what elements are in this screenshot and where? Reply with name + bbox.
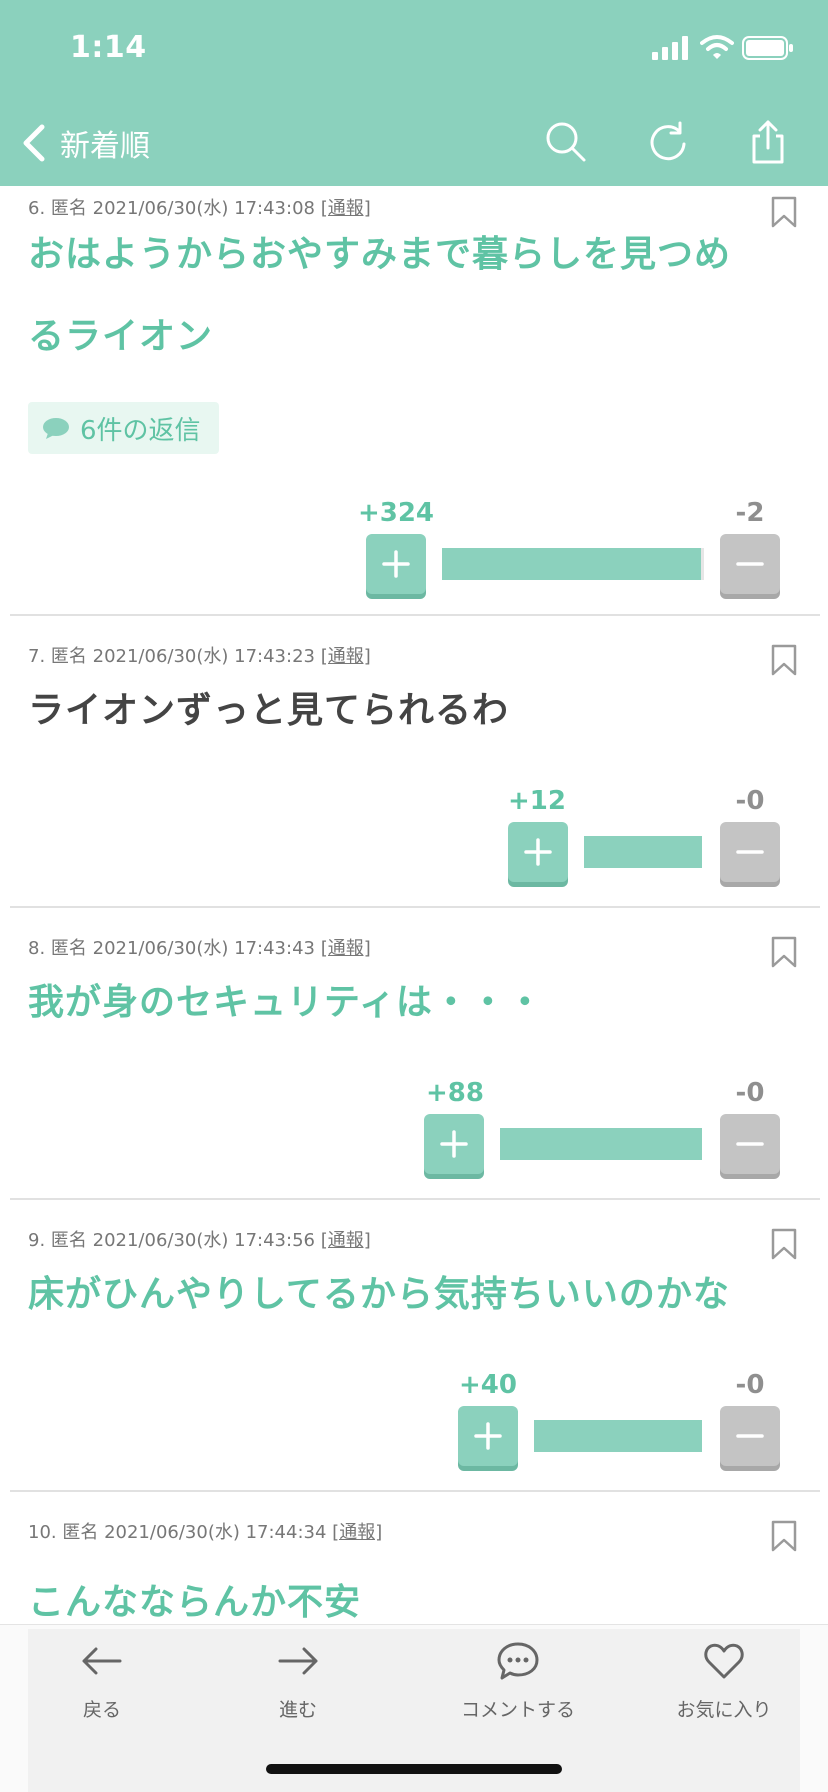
arrow-right-icon [278,1647,318,1675]
comment-header: 7. 匿名 2021/06/30(水) 17:43:23 [28,646,315,667]
vote-ratio-fill [584,836,702,868]
navigation-bar: 新着順 [0,100,828,186]
minus-vote-button[interactable] [720,534,780,594]
vote-ratio-bar [534,1420,702,1452]
report-link[interactable]: [通報] [321,938,371,959]
vote-ratio-bar [500,1128,702,1160]
minus-vote-button[interactable] [720,1406,780,1466]
replies-label: 6件の返信 [80,415,201,446]
home-indicator [266,1764,562,1774]
comment-text-line: おはようからおやすみまで暮らしを見つめ [28,234,732,275]
plus-count: +40 [459,1370,517,1400]
vote-ratio-bar [584,836,702,868]
plus-icon [524,838,552,866]
status-time: 1:14 [70,30,147,65]
plus-count: +324 [357,498,435,528]
share-icon[interactable] [744,118,792,166]
plus-vote-button[interactable] [424,1114,484,1174]
comment-text[interactable]: 床がひんやりしてるから気持ちいいのかな [28,1254,798,1336]
plus-icon [474,1422,502,1450]
comment-text[interactable]: こんなならんか不安 [28,1562,798,1624]
heart-icon [704,1643,744,1679]
minus-count: -0 [735,1078,765,1108]
comment-text-line: こんなならんか不安 [28,1582,362,1623]
replies-button[interactable]: 6件の返信 [28,402,219,454]
favorite-button[interactable]: お気に入り [634,1639,814,1739]
comment-meta: 9. 匿名 2021/06/30(水) 17:43:56 [通報] [28,1226,371,1252]
minus-icon [736,1142,764,1146]
wifi-icon [700,35,734,59]
post-comment-button[interactable]: コメントする [428,1639,608,1739]
favorite-label: お気に入り [676,1699,772,1721]
vote-ratio-bar [442,548,704,580]
vote-ratio-fill [442,548,702,580]
comment-item: 10. 匿名 2021/06/30(水) 17:44:34 [通報] こんななら… [0,1492,828,1624]
comment-meta: 7. 匿名 2021/06/30(水) 17:43:23 [通報] [28,642,371,668]
plus-vote-button[interactable] [458,1406,518,1466]
chevron-left-icon [23,124,45,162]
vote-ratio-fill [534,1420,702,1452]
speech-bubble-icon [43,418,69,439]
vote-ratio-fill [500,1128,702,1160]
back-nav-button[interactable]: 戻る [12,1639,192,1739]
comment-header: 10. 匿名 2021/06/30(水) 17:44:34 [28,1522,327,1543]
back-label: 新着順 [60,129,150,164]
minus-vote-button[interactable] [720,1114,780,1174]
plus-count: +12 [508,786,566,816]
minus-count: -2 [735,498,765,528]
comment-text-line: 我が身のセキュリティは・・・ [28,982,544,1023]
plus-count: +88 [426,1078,484,1108]
status-bar: 1:14 [0,0,828,100]
plus-vote-button[interactable] [366,534,426,594]
cellular-signal-icon [652,36,688,60]
comment-item: 6. 匿名 2021/06/30(水) 17:43:08 [通報] おはようから… [0,186,828,616]
battery-icon [742,36,793,60]
forward-nav-button[interactable]: 進む [208,1639,388,1739]
minus-icon [736,1434,764,1438]
comment-text[interactable]: ライオンずっと見てられるわ [28,670,798,752]
comment-item: 8. 匿名 2021/06/30(水) 17:43:43 [通報] 我が身のセキ… [0,908,828,1200]
comment-item: 7. 匿名 2021/06/30(水) 17:43:23 [通報] ライオンずっ… [0,616,828,908]
comment-header: 9. 匿名 2021/06/30(水) 17:43:56 [28,1230,315,1251]
back-button[interactable]: 新着順 [20,118,150,168]
plus-icon [440,1130,468,1158]
arrow-left-icon [82,1647,122,1675]
comment-meta: 8. 匿名 2021/06/30(水) 17:43:43 [通報] [28,934,371,960]
comment-list: 6. 匿名 2021/06/30(水) 17:43:08 [通報] おはようから… [0,186,828,1624]
minus-vote-button[interactable] [720,822,780,882]
report-link[interactable]: [通報] [321,646,371,667]
comment-text-line: るライオン [28,316,214,357]
comment-text[interactable]: おはようからおやすみまで暮らしを見つめ るライオン [28,214,798,378]
search-icon[interactable] [542,118,590,166]
minus-count: -0 [735,786,765,816]
comment-text-line: 床がひんやりしてるから気持ちいいのかな [28,1274,730,1315]
app-header: 1:14 新着順 [0,0,828,186]
bookmark-icon[interactable] [771,1520,797,1552]
refresh-icon[interactable] [644,118,692,166]
comment-text-line: ライオンずっと見てられるわ [28,690,510,731]
plus-vote-button[interactable] [508,822,568,882]
comment-header: 8. 匿名 2021/06/30(水) 17:43:43 [28,938,315,959]
comment-text[interactable]: 我が身のセキュリティは・・・ [28,962,798,1044]
minus-icon [736,562,764,566]
minus-count: -0 [735,1370,765,1400]
report-link[interactable]: [通報] [332,1522,382,1543]
plus-icon [382,550,410,578]
comment-bubble-icon [497,1642,539,1680]
back-nav-label: 戻る [82,1699,121,1721]
minus-icon [736,850,764,854]
forward-nav-label: 進む [278,1699,317,1721]
comment-item: 9. 匿名 2021/06/30(水) 17:43:56 [通報] 床がひんやり… [0,1200,828,1492]
comment-meta: 10. 匿名 2021/06/30(水) 17:44:34 [通報] [28,1518,382,1544]
report-link[interactable]: [通報] [321,1230,371,1251]
post-comment-label: コメントする [460,1699,575,1721]
